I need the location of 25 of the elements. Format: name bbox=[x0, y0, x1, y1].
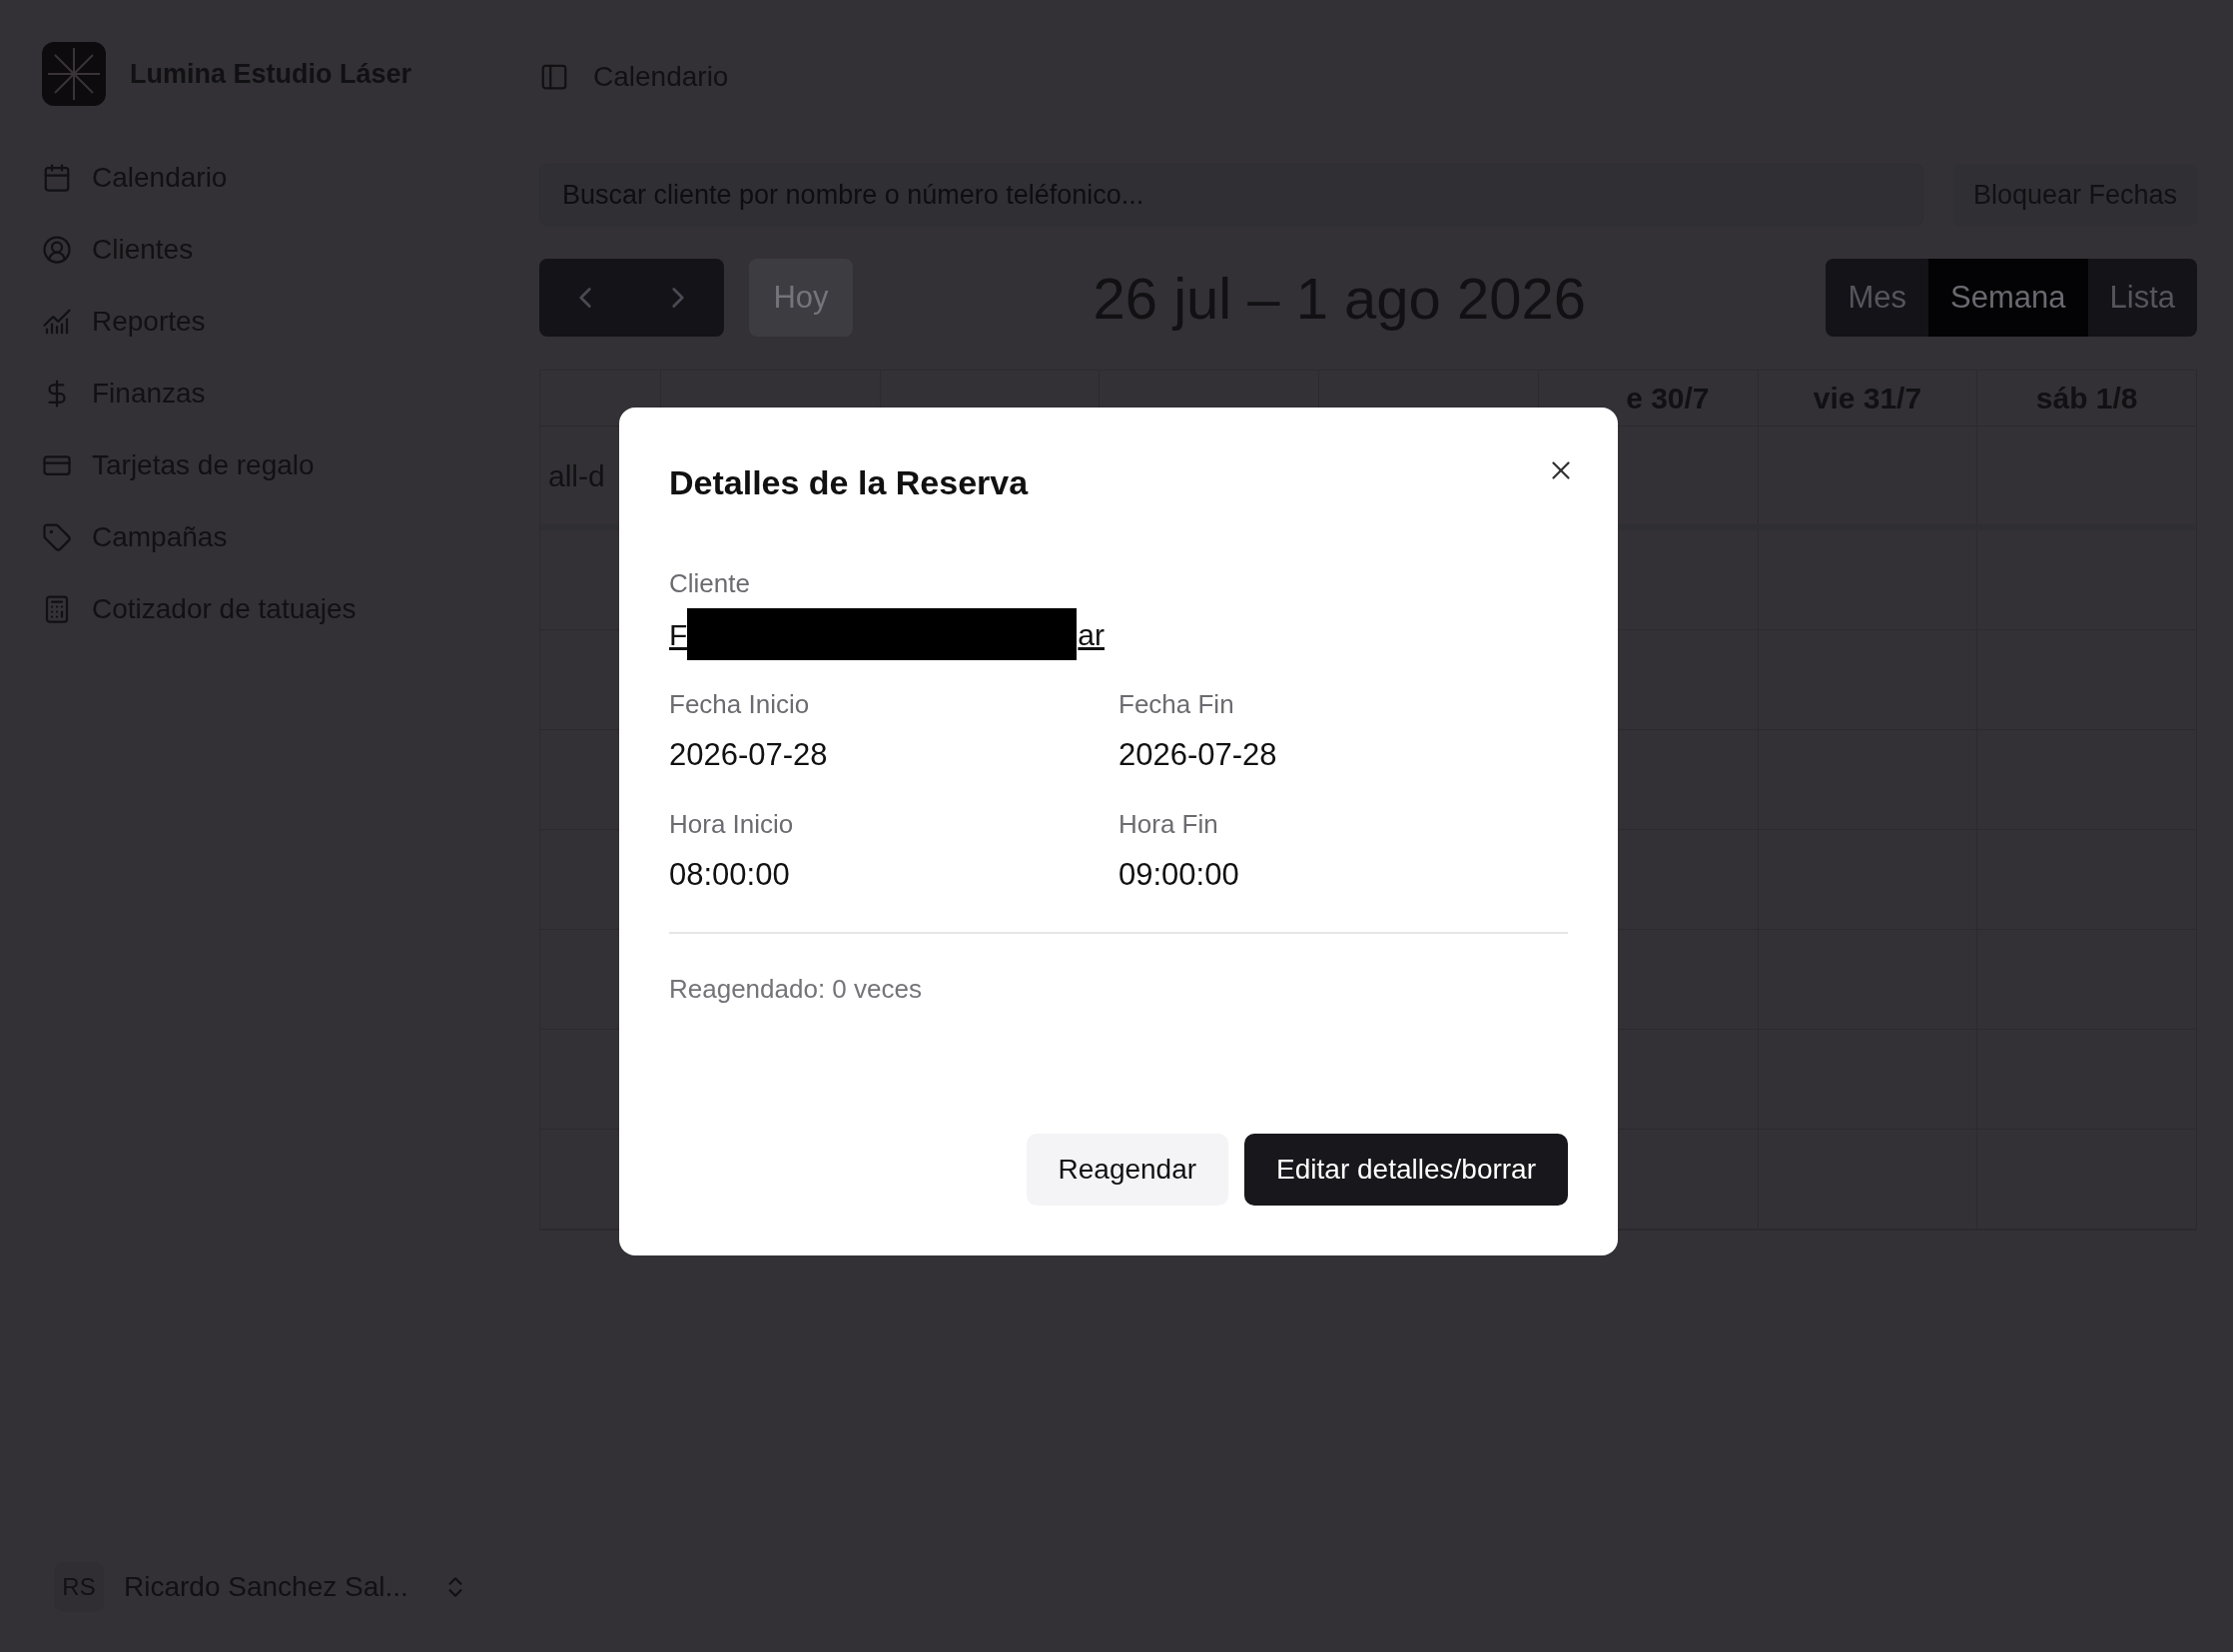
view-tab[interactable]: Mes bbox=[1826, 259, 1929, 337]
field-label: Hora Fin bbox=[1118, 807, 1219, 841]
client-name-link[interactable]: ar bbox=[1077, 611, 1105, 657]
tag-icon bbox=[42, 522, 72, 552]
view-tab[interactable]: Lista bbox=[2087, 259, 2197, 337]
view-tab[interactable]: Semana bbox=[1928, 259, 2088, 337]
client-label: Cliente bbox=[669, 567, 751, 600]
dialog-title: Detalles de la Reserva bbox=[669, 462, 1029, 503]
field-label: Fecha Inicio bbox=[669, 688, 811, 721]
field-value: 2026-07-28 bbox=[1118, 736, 1278, 774]
edit-button[interactable]: Editar detalles/borrar bbox=[1244, 1134, 1568, 1206]
sidebar-toggle-icon[interactable] bbox=[539, 62, 569, 92]
user-circle-icon bbox=[42, 235, 72, 265]
field-value: 09:00:00 bbox=[1118, 855, 1240, 894]
field-value: 2026-07-28 bbox=[669, 736, 829, 774]
reschedule-count: Reagendado: 0 veces bbox=[669, 973, 923, 1006]
client-name-link[interactable]: F bbox=[669, 611, 688, 657]
field-label: Hora Inicio bbox=[669, 807, 795, 841]
chart-icon bbox=[42, 307, 72, 337]
field-value: 08:00:00 bbox=[669, 855, 791, 894]
calendar-icon bbox=[42, 163, 72, 193]
today-button[interactable]: Hoy bbox=[749, 259, 853, 337]
field-label: Fecha Fin bbox=[1118, 688, 1235, 721]
starburst-logo bbox=[42, 42, 106, 106]
reschedule-button[interactable]: Reagendar bbox=[1026, 1134, 1229, 1206]
